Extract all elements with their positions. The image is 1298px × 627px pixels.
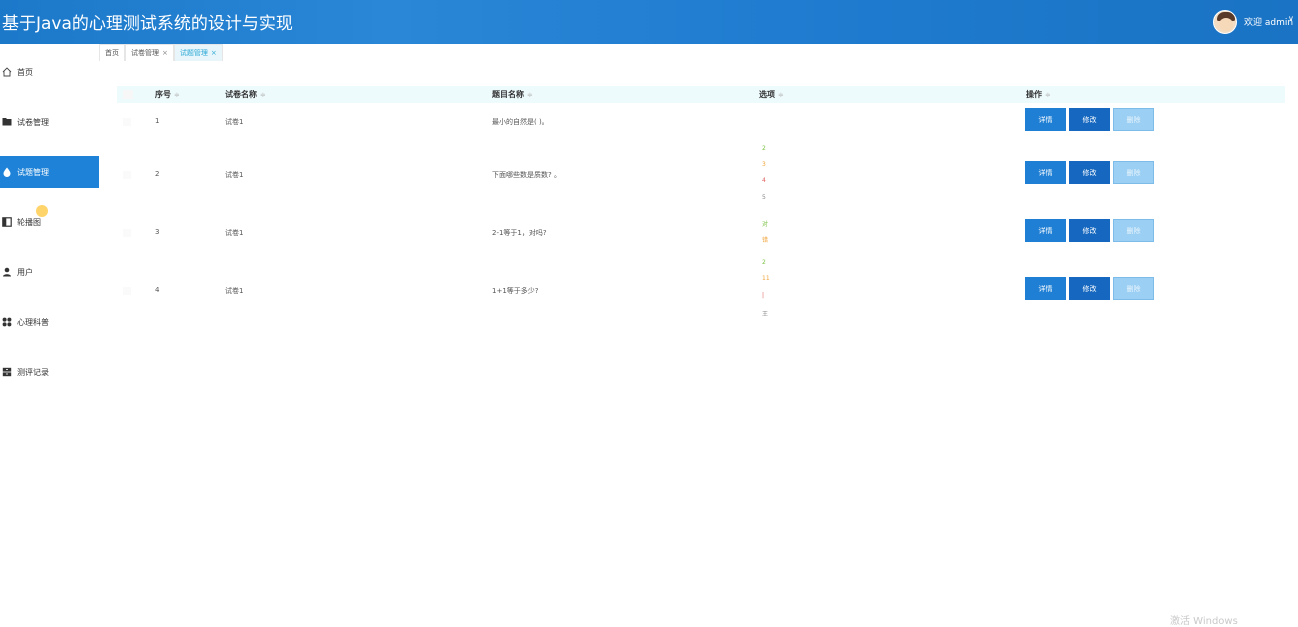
edit-button[interactable]: 修改 <box>1069 277 1110 300</box>
row-checkbox[interactable] <box>123 287 131 295</box>
sidebar-item-label: 试卷管理 <box>17 117 49 127</box>
option-value: 3 <box>762 161 766 168</box>
delete-button[interactable]: 删除 <box>1113 277 1154 300</box>
cell-question-name: 2-1等于1，对吗? <box>492 229 547 237</box>
sidebar-item-label: 测评记录 <box>17 367 49 377</box>
tab-bar: 首页 试卷管理 × 试题管理 × <box>99 44 223 61</box>
windows-activation-watermark: 激活 Windows <box>1170 616 1238 627</box>
sort-icon: ≑ <box>778 91 784 99</box>
cell-index: 2 <box>155 170 160 178</box>
sidebar-item-users[interactable]: 用户 <box>0 256 99 288</box>
tab-home[interactable]: 首页 <box>99 44 125 61</box>
archive-icon <box>2 367 12 377</box>
avatar-face <box>1219 18 1233 31</box>
detail-button[interactable]: 详情 <box>1025 161 1066 184</box>
option-value: 王 <box>762 311 769 318</box>
sidebar-item-psychology-science[interactable]: 心理科普 <box>0 306 99 338</box>
app-title: 基于Java的心理测试系统的设计与实现 <box>2 14 293 34</box>
cell-question-name: 最小的自然是( )。 <box>492 118 549 126</box>
sort-icon: ≑ <box>260 91 266 99</box>
app-header: 基于Java的心理测试系统的设计与实现 欢迎 admin ∨ <box>0 0 1298 44</box>
cell-question-name: 下面哪些数是质数? 。 <box>492 171 561 179</box>
table-header: 序号 ≑ 试卷名称 ≑ 题目名称 ≑ 选项 ≑ 操作 ≑ <box>117 86 1285 103</box>
cell-index: 3 <box>155 228 160 236</box>
cursor-highlight <box>36 205 48 217</box>
delete-button[interactable]: 删除 <box>1113 161 1154 184</box>
edit-button[interactable]: 修改 <box>1069 161 1110 184</box>
edit-button[interactable]: 修改 <box>1069 219 1110 242</box>
cell-paper-name: 试卷1 <box>225 118 244 126</box>
sidebar-item-label: 轮播图 <box>17 217 41 227</box>
cell-index: 4 <box>155 286 160 294</box>
delete-button[interactable]: 删除 <box>1113 219 1154 242</box>
detail-button[interactable]: 详情 <box>1025 219 1066 242</box>
column-header-index[interactable]: 序号 ≑ <box>155 89 180 100</box>
row-checkbox[interactable] <box>123 118 131 126</box>
sort-icon: ≑ <box>1045 91 1051 99</box>
option-value: 对 <box>762 221 769 228</box>
welcome-text[interactable]: 欢迎 admin <box>1244 15 1293 28</box>
column-header-paper-name[interactable]: 试卷名称 ≑ <box>225 89 266 100</box>
sidebar-item-label: 试题管理 <box>17 167 49 177</box>
sidebar-item-label: 用户 <box>17 267 33 277</box>
row-checkbox[interactable] <box>123 171 131 179</box>
column-header-actions[interactable]: 操作 ≑ <box>1026 89 1051 100</box>
option-value: 5 <box>762 194 766 201</box>
chevron-down-icon[interactable]: ∨ <box>1288 14 1294 23</box>
cell-question-name: 1+1等于多少? <box>492 287 539 295</box>
option-value: | <box>762 292 765 299</box>
option-value: 错 <box>762 237 769 244</box>
option-value: 2 <box>762 145 766 152</box>
delete-button[interactable]: 删除 <box>1113 108 1154 131</box>
detail-button[interactable]: 详情 <box>1025 277 1066 300</box>
sort-icon: ≑ <box>174 91 180 99</box>
folder-icon <box>2 118 12 126</box>
sidebar-item-assessment-records[interactable]: 测评记录 <box>0 356 99 388</box>
panel-icon <box>2 217 12 227</box>
sidebar-item-paper-management[interactable]: 试卷管理 <box>0 106 99 138</box>
drop-icon <box>3 167 11 177</box>
option-value: 4 <box>762 177 766 184</box>
sidebar-item-label: 心理科普 <box>17 317 49 327</box>
detail-button[interactable]: 详情 <box>1025 108 1066 131</box>
tab-label: 试卷管理 <box>131 49 159 57</box>
edit-button[interactable]: 修改 <box>1069 108 1110 131</box>
select-all-checkbox[interactable] <box>123 90 133 99</box>
sidebar-item-question-management[interactable]: 试题管理 <box>0 156 99 188</box>
cell-paper-name: 试卷1 <box>225 229 244 237</box>
column-header-options[interactable]: 选项 ≑ <box>759 89 784 100</box>
tab-paper-management[interactable]: 试卷管理 × <box>125 44 174 61</box>
column-header-question-name[interactable]: 题目名称 ≑ <box>492 89 533 100</box>
sidebar-item-carousel[interactable]: 轮播图 <box>0 206 99 238</box>
close-icon[interactable]: × <box>211 49 217 57</box>
option-value: 11 <box>762 275 770 282</box>
sidebar: 首页 试卷管理 试题管理 轮播图 用户 心理科普 测评记录 <box>0 44 99 622</box>
grid-icon <box>2 317 12 327</box>
tab-label: 试题管理 <box>179 49 208 57</box>
sidebar-item-label: 首页 <box>17 67 33 77</box>
tab-question-management[interactable]: 试题管理 × <box>173 44 223 61</box>
row-checkbox[interactable] <box>123 229 131 237</box>
sidebar-item-home[interactable]: 首页 <box>0 56 99 88</box>
sort-icon: ≑ <box>527 91 533 99</box>
avatar[interactable] <box>1213 10 1237 34</box>
cell-paper-name: 试卷1 <box>225 287 244 295</box>
option-value: 2 <box>762 259 766 266</box>
user-icon <box>3 267 11 277</box>
cell-paper-name: 试卷1 <box>225 171 244 179</box>
close-icon[interactable]: × <box>162 49 168 57</box>
cell-index: 1 <box>155 117 160 125</box>
tab-label: 首页 <box>105 49 119 57</box>
home-icon <box>2 67 12 77</box>
